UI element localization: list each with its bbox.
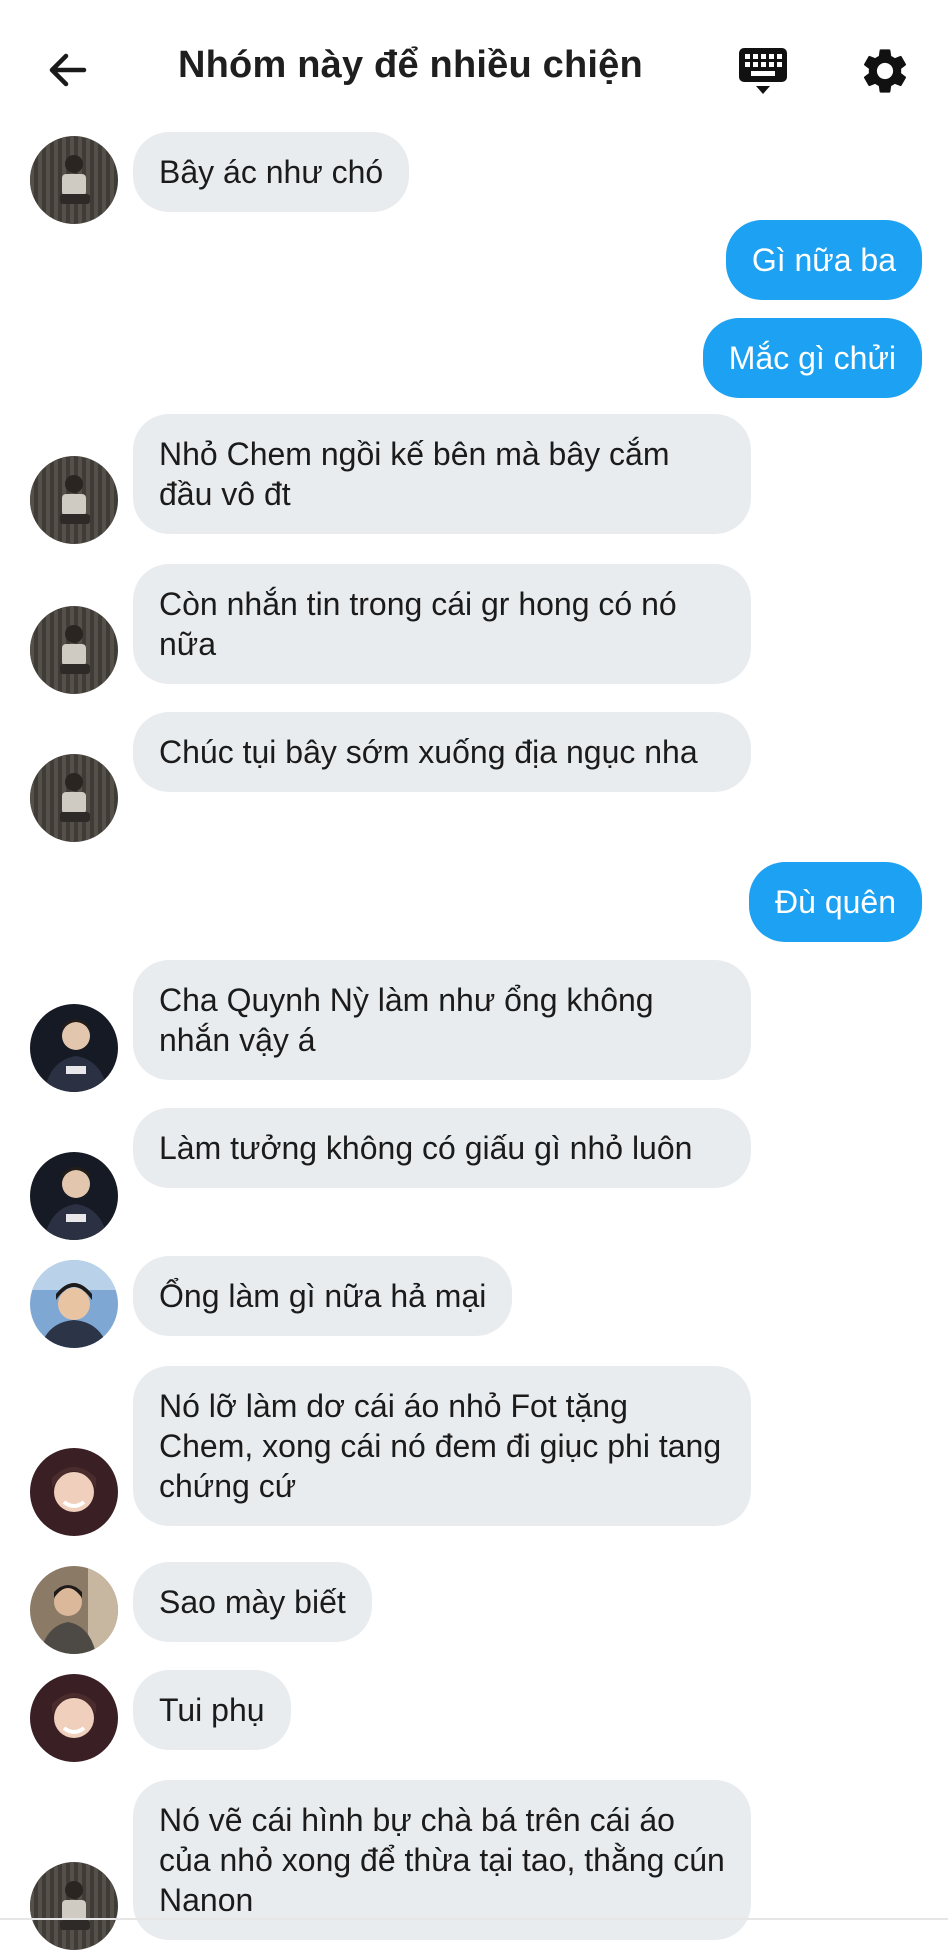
message-bubble-incoming[interactable]: Chúc tụi bây sớm xuống địa ngục nha — [133, 712, 751, 792]
message-text: Nó lỡ làm dơ cái áo nhỏ Fot tặng Chem, x… — [159, 1388, 722, 1504]
avatar-5-image — [30, 1566, 118, 1654]
avatar-4-image — [30, 1674, 118, 1762]
message-text: Còn nhắn tin trong cái gr hong có nó nữa — [159, 586, 677, 662]
message-text: Ổng làm gì nữa hả mại — [159, 1278, 487, 1314]
message-bubble-incoming[interactable]: Nó vẽ cái hình bự chà bá trên cái áo của… — [133, 1780, 751, 1940]
message-bubble-outgoing[interactable]: Gì nữa ba — [725, 220, 922, 300]
chat-thread[interactable]: Bây ác như chó Gì nữa ba Mắc gì chửi Nhỏ… — [0, 0, 948, 1950]
avatar-1-image — [30, 754, 118, 842]
message-bubble-incoming[interactable]: Nó lỡ làm dơ cái áo nhỏ Fot tặng Chem, x… — [133, 1366, 751, 1526]
message-text: Chúc tụi bây sớm xuống địa ngục nha — [159, 734, 698, 770]
avatar[interactable] — [30, 1152, 118, 1240]
message-text: Gì nữa ba — [751, 242, 896, 278]
avatar-1-image — [30, 606, 118, 694]
gear-icon[interactable] — [858, 44, 912, 98]
message-bubble-incoming[interactable]: Làm tưởng không có giấu gì nhỏ luôn — [133, 1108, 751, 1188]
avatar-2-image — [30, 1004, 118, 1092]
arrow-left-icon[interactable] — [44, 46, 92, 94]
message-text: Nó vẽ cái hình bự chà bá trên cái áo của… — [159, 1802, 725, 1918]
avatar[interactable] — [30, 606, 118, 694]
avatar[interactable] — [30, 456, 118, 544]
avatar[interactable] — [30, 1004, 118, 1092]
keyboard-icon[interactable] — [736, 44, 790, 98]
message-bubble-incoming[interactable]: Nhỏ Chem ngồi kế bên mà bây cắm đầu vô đ… — [133, 414, 751, 534]
avatar[interactable] — [30, 1260, 118, 1348]
message-text: Làm tưởng không có giấu gì nhỏ luôn — [159, 1130, 693, 1166]
message-bubble-incoming[interactable]: Sao mày biết — [133, 1562, 372, 1642]
avatar-3-image — [30, 1260, 118, 1348]
avatar[interactable] — [30, 754, 118, 842]
top-app-bar: Nhóm này để nhiều chiện — [0, 0, 948, 128]
message-bubble-incoming[interactable]: Ổng làm gì nữa hả mại — [133, 1256, 513, 1336]
message-bubble-outgoing[interactable]: Mắc gì chửi — [702, 318, 922, 398]
avatar[interactable] — [30, 136, 118, 224]
page-title: Nhóm này để nhiều chiện — [178, 44, 643, 86]
avatar-1-image — [30, 456, 118, 544]
message-text: Mắc gì chửi — [728, 340, 896, 376]
avatar-1-image — [30, 1862, 118, 1950]
message-text: Sao mày biết — [159, 1584, 346, 1620]
avatar-1-image — [30, 136, 118, 224]
message-bubble-incoming[interactable]: Cha Quynh Nỳ làm như ổng không nhắn vậy … — [133, 960, 751, 1080]
avatar-4-image — [30, 1448, 118, 1536]
message-text: Tui phụ — [159, 1692, 265, 1728]
avatar[interactable] — [30, 1862, 118, 1950]
avatar[interactable] — [30, 1566, 118, 1654]
message-text: Nhỏ Chem ngồi kế bên mà bây cắm đầu vô đ… — [159, 436, 670, 512]
avatar[interactable] — [30, 1448, 118, 1536]
avatar[interactable] — [30, 1674, 118, 1762]
message-bubble-incoming[interactable]: Còn nhắn tin trong cái gr hong có nó nữa — [133, 564, 751, 684]
message-bubble-incoming[interactable]: Bây ác như chó — [133, 132, 410, 212]
message-text: Bây ác như chó — [159, 154, 384, 190]
message-bubble-incoming[interactable]: Tui phụ — [133, 1670, 291, 1750]
message-text: Đù quên — [775, 884, 896, 920]
avatar-2-image — [30, 1152, 118, 1240]
message-bubble-outgoing[interactable]: Đù quên — [749, 862, 922, 942]
message-text: Cha Quynh Nỳ làm như ổng không nhắn vậy … — [159, 982, 654, 1058]
